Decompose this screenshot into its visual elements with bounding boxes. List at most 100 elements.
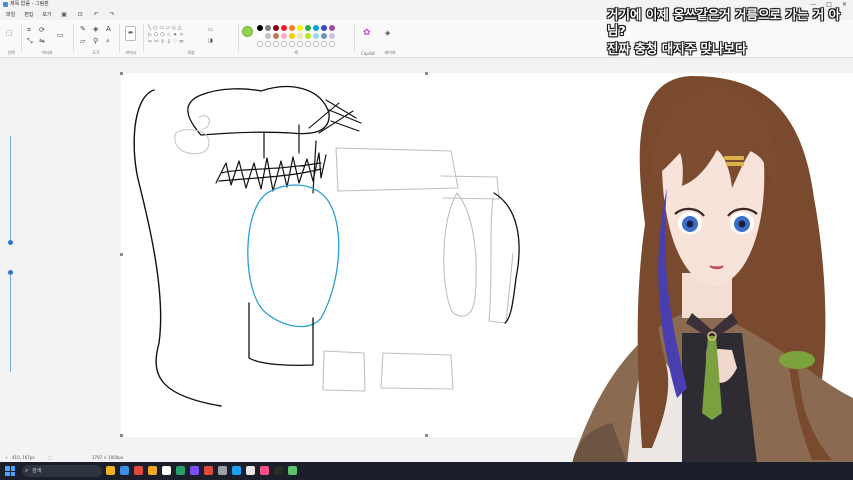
chat-caption-overlay: 거기에 이제 옹쓰같은거 거름으로 가는 거 아님? 진짜 충청 대지주 맞나보… [607,7,847,59]
palette-swatch[interactable] [281,41,287,47]
palette-swatch[interactable] [257,25,263,31]
resize-handle-bl[interactable] [120,434,123,437]
palette-swatch[interactable] [281,33,287,39]
taskbar-app-icon[interactable] [288,466,297,475]
outline-icon[interactable]: ▭ [208,26,213,34]
resize-icon[interactable]: ⤡ [27,37,33,45]
menu-edit[interactable]: 편집 [24,11,33,18]
shapes-group: ╲○▭▱◇△ ▷⬠⬡☆✦✧ ⇨⇦⇧⇩♡⬭ ▭ ◨ 모양 [146,22,236,56]
copilot-icon[interactable]: ✿ [363,29,371,38]
undo-icon[interactable]: ↶ [93,11,100,18]
brushes-group-label: 브러시 [125,50,137,55]
image-bg-icon[interactable]: ▭ [57,31,64,39]
menu-view[interactable]: 보기 [42,11,51,18]
shapes-gallery[interactable]: ╲○▭▱◇△ ▷⬠⬡☆✦✧ ⇨⇦⇧⇩♡⬭ [148,25,200,46]
taskbar-app-icon[interactable] [260,466,269,475]
vtuber-avatar [532,68,853,464]
palette-swatch[interactable] [265,25,271,31]
taskbar-app-icon[interactable] [246,466,255,475]
selection-group: ⬚ 선택 [2,22,20,56]
taskbar-search[interactable]: ⌕ 검색 [22,465,102,477]
eraser-icon[interactable]: ▱ [80,37,85,45]
taskbar-app-icon[interactable] [232,466,241,475]
taskbar-app-icon[interactable] [190,466,199,475]
colors-group-label: 색 [294,50,298,55]
cursor-position: 410, 167px [12,455,35,460]
selection-size-icon: ⬚ [48,455,52,460]
tools-group-label: 도구 [92,50,100,55]
palette-swatch[interactable] [265,41,271,47]
resize-handle-bottom[interactable] [425,434,428,437]
cursor-position-icon: ⊹ [5,455,9,460]
palette-swatch[interactable] [289,33,295,39]
taskbar-app-icon[interactable] [134,466,143,475]
flip-icon[interactable]: ⇋ [39,37,45,45]
fill-icon[interactable]: ◈ [93,25,98,33]
rotate-icon[interactable]: ⟳ [39,26,45,34]
copilot-group-label: Copilot [360,51,376,56]
window-title: 제목 없음 - 그림판 [10,1,49,7]
brush-button[interactable]: ✒ [125,26,136,41]
crop-icon[interactable]: ⊡ [77,11,84,18]
layers-group-label: 레이어 [384,50,396,55]
copilot-group: ✿ Copilot [357,22,379,57]
palette-swatch[interactable] [313,33,319,39]
palette-swatch[interactable] [273,33,279,39]
palette-swatch[interactable] [297,41,303,47]
save-icon[interactable]: ▣ [61,11,68,18]
palette-swatch[interactable] [329,33,335,39]
taskbar-app-icon[interactable] [120,466,129,475]
menu-file[interactable]: 파일 [6,11,15,18]
palette-swatch[interactable] [321,25,327,31]
redo-icon[interactable]: ↷ [109,11,116,18]
palette-swatch[interactable] [273,25,279,31]
taskbar-app-icon[interactable] [148,466,157,475]
slider-knob-top[interactable] [8,240,13,245]
palette-swatch[interactable] [329,41,335,47]
palette-swatch[interactable] [313,41,319,47]
windows-taskbar: ⌕ 검색 [0,462,853,480]
palette-swatch[interactable] [329,25,335,31]
colors-group: 색 [240,22,352,56]
pencil-icon[interactable]: ✎ [80,25,86,33]
palette-swatch[interactable] [313,25,319,31]
select-icon[interactable]: ⬚ [6,29,13,37]
color-picker-icon[interactable]: ⚲ [93,37,98,45]
crop-tool-icon[interactable]: ⌗ [27,26,31,34]
palette-swatch[interactable] [257,41,263,47]
palette-swatch[interactable] [297,33,303,39]
caption-line-2: 진짜 충청 대지주 맞나보다 [607,41,747,56]
brush-size-slider[interactable] [4,132,16,372]
layers-icon[interactable]: ◈ [385,29,390,37]
selection-group-label: 선택 [7,50,15,55]
image-group: ⌗ ⤡ ⟳ ⇋ ▭ 이미지 [24,22,70,56]
palette-swatch[interactable] [305,33,311,39]
taskbar-app-icon[interactable] [274,466,283,475]
shape-fill-icon[interactable]: ◨ [208,37,213,45]
palette-swatch[interactable] [305,41,311,47]
palette-swatch[interactable] [297,25,303,31]
palette-swatch[interactable] [321,41,327,47]
taskbar-app-icon[interactable] [204,466,213,475]
palette-swatch[interactable] [273,41,279,47]
taskbar-app-icon[interactable] [218,466,227,475]
palette-swatch[interactable] [321,33,327,39]
resize-handle-tl[interactable] [120,72,123,75]
palette-swatch[interactable] [257,33,263,39]
magnifier-icon[interactable]: ⌕ [106,37,110,45]
taskbar-app-icon[interactable] [162,466,171,475]
search-placeholder: 검색 [32,468,42,474]
palette-swatch[interactable] [289,41,295,47]
palette-swatch[interactable] [281,25,287,31]
active-color-swatch[interactable] [242,26,253,37]
resize-handle-left[interactable] [120,253,123,256]
palette-swatch[interactable] [289,25,295,31]
start-button[interactable] [5,466,15,476]
palette-swatch[interactable] [305,25,311,31]
slider-track-bottom [10,274,11,372]
taskbar-app-icon[interactable] [106,466,115,475]
taskbar-app-icon[interactable] [176,466,185,475]
text-icon[interactable]: A [106,25,111,33]
resize-handle-top[interactable] [425,72,428,75]
palette-swatch[interactable] [265,33,271,39]
